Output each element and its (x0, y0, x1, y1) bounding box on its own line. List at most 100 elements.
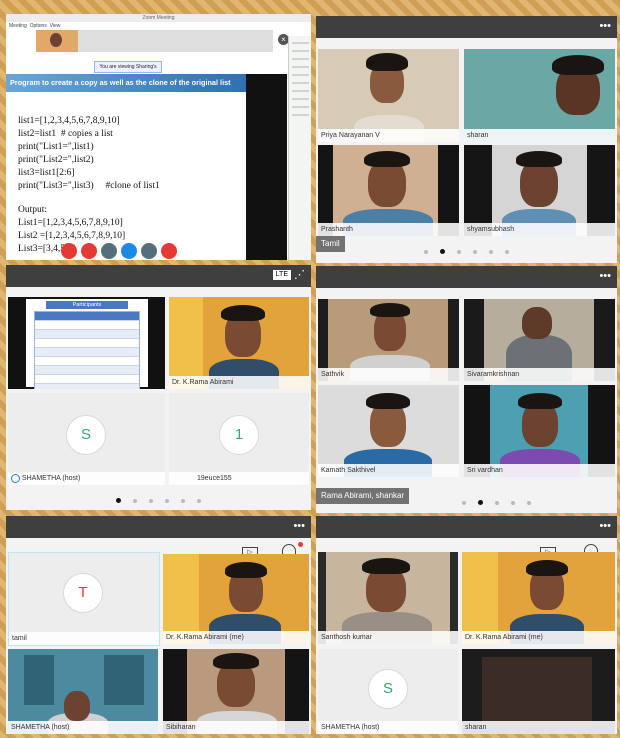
window-titlebar: Zoom Meeting (6, 14, 311, 22)
screen-4-gallery: ••• Sathvik Sivaramkrishnan Kamath Sakth… (316, 266, 617, 513)
lte-badge: LTE (272, 270, 291, 280)
page-dot-active[interactable] (478, 500, 483, 505)
control-button[interactable] (161, 243, 177, 259)
page-dot[interactable] (133, 498, 137, 503)
notification-dot (298, 542, 303, 547)
code-line: print("List2=",list2) (18, 155, 94, 165)
page-dot[interactable] (149, 498, 153, 503)
page-indicator (6, 498, 311, 506)
video-tile[interactable]: Prashanth (318, 145, 459, 236)
page-dot[interactable] (462, 500, 466, 505)
top-bar: ••• (316, 516, 617, 538)
participant-name: sharan (462, 721, 615, 734)
video-tile[interactable]: Santhosh kumar (318, 552, 458, 644)
avatar-tile[interactable]: S SHAMETHA (host) (8, 393, 165, 485)
menu-item[interactable]: Meeting (9, 23, 27, 29)
video-tile[interactable]: Priya Narayanan V (318, 49, 459, 142)
video-tile[interactable]: Sri vardhan (464, 385, 615, 477)
code-line: Output: (18, 205, 48, 215)
more-menu-icon[interactable]: ••• (599, 19, 611, 33)
slide-title: Participants (46, 301, 128, 309)
avatar: S (368, 669, 408, 709)
participant-name: Sibiharan (163, 721, 309, 734)
code-line: list3=list1[2:6] (18, 168, 75, 178)
page-dot[interactable] (197, 498, 201, 503)
video-tile[interactable]: Dr. K.Rama Abirami (me) (462, 552, 615, 644)
top-bar: ••• (316, 266, 617, 288)
video-tile[interactable]: Sivaramkrishnan (464, 299, 615, 381)
participant-name: SHAMETHA (host) (21, 475, 81, 482)
avatar: S (66, 415, 106, 455)
video-tile[interactable]: SHAMETHA (host) (8, 649, 158, 734)
participant-name: shyamsubhash (464, 223, 615, 236)
page-dot-active[interactable] (116, 498, 121, 503)
video-tile[interactable]: Kamath Sakthivel (318, 385, 459, 477)
participant-name: Sri vardhan (464, 464, 615, 477)
avatar-tile[interactable]: 1 19euce155 (169, 393, 309, 485)
participant-name: Kamath Sakthivel (318, 464, 459, 477)
code-line: list1=[1,2,3,4,5,6,7,8,9,10] (18, 116, 120, 126)
participant-name-host: SHAMETHA (host) (8, 472, 165, 485)
menu-bar: Meeting Options View (9, 23, 60, 29)
video-tile[interactable]: Dr. K.Rama Abirami (169, 297, 309, 389)
code-line: List1=[1,2,3,4,5,6,7,8,9,10] (18, 218, 123, 228)
control-button[interactable] (141, 243, 157, 259)
viewing-banner: You are viewing Sharing's screen (94, 61, 162, 80)
participant-name: 19euce155 (169, 472, 309, 485)
page-indicator (316, 500, 617, 508)
more-menu-icon[interactable]: ⋰ (294, 268, 305, 282)
page-dot[interactable] (527, 500, 531, 505)
video-tile[interactable]: Sathvik (318, 299, 459, 381)
slide-table (34, 311, 140, 389)
page-dot[interactable] (511, 500, 515, 505)
page-dot[interactable] (181, 498, 185, 503)
avatar-tile[interactable]: T tamil (8, 552, 160, 646)
menu-item[interactable]: View (50, 23, 61, 29)
control-button[interactable] (121, 243, 137, 259)
participant-name: SHAMETHA (host) (8, 721, 158, 734)
menu-item[interactable]: Options (30, 23, 47, 29)
participant-name: tamil (9, 632, 159, 645)
page-dot[interactable] (424, 249, 428, 254)
video-tile[interactable]: sharan (464, 49, 615, 142)
video-edge (246, 74, 287, 260)
screen-5-gallery: ••• ▷ T tamil Dr. K.Rama Abirami (me) SH… (6, 516, 311, 734)
participant-sidebar (288, 36, 311, 260)
more-menu-icon[interactable]: ••• (293, 519, 305, 533)
participant-name: Priya Narayanan V (318, 129, 459, 142)
avatar-tile[interactable]: S SHAMETHA (host) (318, 649, 458, 734)
page-dot[interactable] (473, 249, 477, 254)
more-menu-icon[interactable]: ••• (599, 519, 611, 533)
video-tile[interactable]: Dr. K.Rama Abirami (me) (163, 554, 309, 644)
shared-slide-tile[interactable]: Participants (8, 297, 165, 389)
video-tile[interactable]: sharan (462, 649, 615, 734)
window-title: Zoom Meeting (142, 15, 175, 21)
page-dot[interactable] (457, 249, 461, 254)
participant-name: Dr. K.Rama Abirami (169, 376, 309, 389)
avatar: T (63, 573, 103, 613)
control-button[interactable] (81, 243, 97, 259)
page-dot[interactable] (495, 500, 499, 505)
page-dot[interactable] (489, 249, 493, 254)
participant-name: sharan (464, 129, 615, 142)
page-dot[interactable] (505, 249, 509, 254)
code-line: list2=list1 # copies a list (18, 129, 113, 139)
participant-name: Sathvik (318, 368, 459, 381)
video-tile[interactable]: shyamsubhash (464, 145, 615, 236)
top-bar: ••• (316, 16, 617, 38)
participant-name: Dr. K.Rama Abirami (me) (163, 631, 309, 644)
screen-3-gallery: LTE ⋰ Participants Dr. K.Rama Abirami S … (6, 265, 311, 510)
participant-name: SHAMETHA (host) (318, 721, 458, 734)
top-bar: LTE ⋰ (6, 265, 311, 287)
page-dot[interactable] (165, 498, 169, 503)
participant-name: Santhosh kumar (318, 631, 458, 644)
page-dot-active[interactable] (440, 249, 445, 254)
control-button[interactable] (61, 243, 77, 259)
more-menu-icon[interactable]: ••• (599, 269, 611, 283)
control-button[interactable] (101, 243, 117, 259)
page-indicator (316, 249, 617, 257)
avatar: 1 (219, 415, 259, 455)
video-tile[interactable]: Sibiharan (163, 649, 309, 734)
participant-name: Prashanth (318, 223, 459, 236)
